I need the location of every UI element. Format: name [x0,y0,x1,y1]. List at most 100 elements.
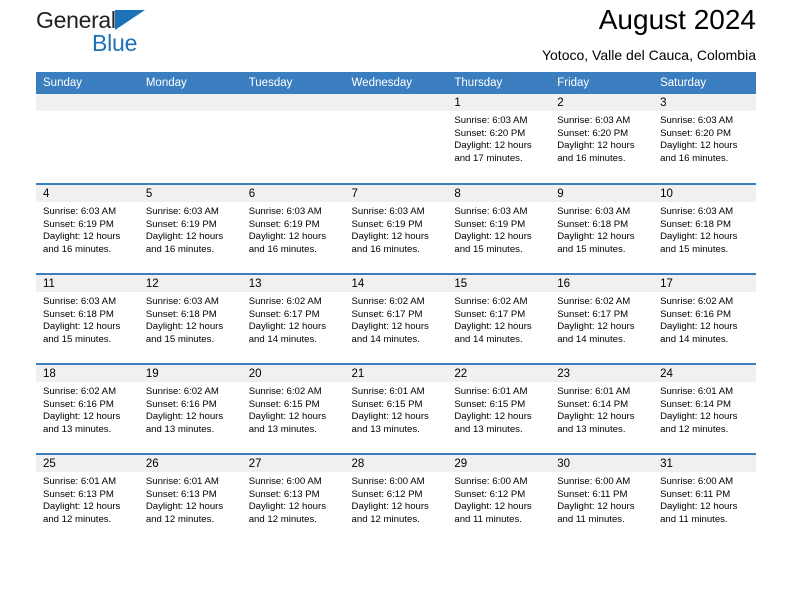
sunrise-time: Sunrise: 6:03 AM [454,115,528,126]
daylight-duration-line-2: and 16 minutes. [43,243,112,255]
day-number: 7 [344,185,448,202]
daylight-duration-line-2: and 14 minutes. [557,333,626,345]
calendar-day-cell[interactable]: 13 Sunrise: 6:02 AM Sunset: 6:17 PM Dayligh… [241,273,345,364]
day-number: 30 [550,455,654,472]
calendar-day-cell[interactable]: 31 Sunrise: 6:00 AM Sunset: 6:11 PM Dayligh… [653,453,756,544]
day-details: Sunrise: 6:03 AM Sunset: 6:20 PM Daylight:… [653,111,756,165]
daylight-duration-line-1: Daylight: 12 hours [557,501,635,513]
day-number [344,94,448,111]
day-number: 1 [447,94,551,111]
sunrise-time: Sunrise: 6:03 AM [145,296,219,307]
calendar-day-cell[interactable]: 20 Sunrise: 6:02 AM Sunset: 6:15 PM Dayligh… [241,363,345,454]
day-details: Sunrise: 6:03 AM Sunset: 6:18 PM Daylight:… [653,202,756,256]
sunset-time: Sunset: 6:19 PM [43,218,114,230]
calendar-day-cell[interactable]: 22 Sunrise: 6:01 AM Sunset: 6:15 PM Dayligh… [447,363,551,454]
calendar-day-cell[interactable]: 24 Sunrise: 6:01 AM Sunset: 6:14 PM Dayligh… [653,363,756,454]
daylight-duration-line-2: and 12 minutes. [248,513,317,525]
daylight-duration-line-1: Daylight: 12 hours [145,321,224,333]
day-number: 18 [36,365,139,382]
logo-text-blue: Blue [92,30,138,56]
day-details: Sunrise: 6:03 AM Sunset: 6:20 PM Daylight:… [550,111,653,165]
day-number: 27 [241,455,345,472]
calendar-cell-empty [241,94,345,184]
day-details: Sunrise: 6:03 AM Sunset: 6:19 PM Daylight:… [36,202,139,256]
sunset-time: Sunset: 6:11 PM [557,488,628,500]
calendar-day-cell[interactable]: 7 Sunrise: 6:03 AM Sunset: 6:19 PM Daylight… [344,183,448,274]
sunset-time: Sunset: 6:19 PM [145,218,217,230]
day-details: Sunrise: 6:01 AM Sunset: 6:15 PM Daylight:… [447,382,550,436]
daylight-duration-line-1: Daylight: 12 hours [248,411,327,423]
calendar-cell-empty [138,94,242,184]
day-details: Sunrise: 6:03 AM Sunset: 6:19 PM Daylight:… [242,202,345,256]
sunset-time: Sunset: 6:14 PM [660,398,731,410]
daylight-duration-line-1: Daylight: 12 hours [660,231,738,243]
weekday-header-friday: Friday [550,72,654,94]
day-number: 20 [241,365,345,382]
day-number: 4 [36,185,139,202]
daylight-duration-line-2: and 15 minutes. [557,243,626,255]
calendar-day-cell[interactable]: 17 Sunrise: 6:02 AM Sunset: 6:16 PM Dayligh… [653,273,756,364]
daylight-duration-line-2: and 14 minutes. [351,333,420,345]
calendar-day-cell[interactable]: 11 Sunrise: 6:03 AM Sunset: 6:18 PM Dayligh… [36,273,139,364]
sunrise-time: Sunrise: 6:02 AM [248,386,322,397]
calendar-day-cell[interactable]: 6 Sunrise: 6:03 AM Sunset: 6:19 PM Daylight… [241,183,345,274]
calendar-day-cell[interactable]: 9 Sunrise: 6:03 AM Sunset: 6:18 PM Daylight… [550,183,654,274]
logo-text-general: General [36,7,116,33]
sunset-time: Sunset: 6:17 PM [351,308,423,320]
daylight-duration-line-2: and 15 minutes. [454,243,523,255]
calendar-day-cell[interactable]: 8 Sunrise: 6:03 AM Sunset: 6:19 PM Daylight… [447,183,551,274]
sunset-time: Sunset: 6:16 PM [43,398,114,410]
calendar-day-cell[interactable]: 10 Sunrise: 6:03 AM Sunset: 6:18 PM Dayligh… [653,183,756,274]
daylight-duration-line-2: and 15 minutes. [660,243,729,255]
calendar-day-cell[interactable]: 2 Sunrise: 6:03 AM Sunset: 6:20 PM Daylight… [550,94,654,184]
calendar-day-cell[interactable]: 29 Sunrise: 6:00 AM Sunset: 6:12 PM Dayligh… [447,453,551,544]
calendar-day-cell[interactable]: 18 Sunrise: 6:02 AM Sunset: 6:16 PM Dayligh… [36,363,139,454]
sunrise-sunset-calendar: Sunday Monday Tuesday Wednesday Thursday… [36,72,756,544]
calendar-day-cell[interactable]: 14 Sunrise: 6:02 AM Sunset: 6:17 PM Dayligh… [344,273,448,364]
daylight-duration-line-1: Daylight: 12 hours [454,411,532,423]
sunrise-time: Sunrise: 6:03 AM [43,206,117,217]
day-details: Sunrise: 6:03 AM Sunset: 6:18 PM Daylight:… [550,202,653,256]
sunrise-time: Sunrise: 6:01 AM [557,386,631,397]
calendar-day-cell[interactable]: 27 Sunrise: 6:00 AM Sunset: 6:13 PM Dayligh… [241,453,345,544]
daylight-duration-line-1: Daylight: 12 hours [43,411,121,423]
sunset-time: Sunset: 6:20 PM [660,127,731,139]
calendar-day-cell[interactable]: 25 Sunrise: 6:01 AM Sunset: 6:13 PM Dayligh… [36,453,139,544]
general-blue-logo[interactable]: General Blue [36,7,145,56]
sunset-time: Sunset: 6:17 PM [557,308,629,320]
calendar-day-cell[interactable]: 28 Sunrise: 6:00 AM Sunset: 6:12 PM Dayligh… [344,453,448,544]
daylight-duration-line-2: and 16 minutes. [248,243,317,255]
day-details: Sunrise: 6:03 AM Sunset: 6:18 PM Daylight:… [139,292,242,346]
calendar-day-cell[interactable]: 21 Sunrise: 6:01 AM Sunset: 6:15 PM Dayligh… [344,363,448,454]
calendar-day-cell[interactable]: 1 Sunrise: 6:03 AM Sunset: 6:20 PM Daylight… [447,94,551,184]
daylight-duration-line-1: Daylight: 12 hours [660,140,738,152]
daylight-duration-line-2: and 13 minutes. [557,423,626,435]
calendar-day-cell[interactable]: 4 Sunrise: 6:03 AM Sunset: 6:19 PM Daylight… [36,183,139,274]
sunset-time: Sunset: 6:19 PM [248,218,320,230]
calendar-day-cell[interactable]: 12 Sunrise: 6:03 AM Sunset: 6:18 PM Dayligh… [138,273,242,364]
calendar-day-cell[interactable]: 3 Sunrise: 6:03 AM Sunset: 6:20 PM Daylight… [653,94,756,184]
daylight-duration-line-2: and 17 minutes. [454,152,523,164]
day-number: 17 [653,275,756,292]
daylight-duration-line-2: and 12 minutes. [145,513,215,525]
daylight-duration-line-1: Daylight: 12 hours [557,411,635,423]
daylight-duration-line-2: and 11 minutes. [454,513,522,525]
sunset-time: Sunset: 6:19 PM [351,218,423,230]
calendar-day-cell[interactable]: 15 Sunrise: 6:02 AM Sunset: 6:17 PM Dayligh… [447,273,551,364]
day-number: 8 [447,185,551,202]
day-details: Sunrise: 6:00 AM Sunset: 6:11 PM Daylight:… [653,472,756,526]
title-block: August 2024 Yotoco, Valle del Cauca, Col… [542,2,756,66]
daylight-duration-line-1: Daylight: 12 hours [557,321,635,333]
calendar-day-cell[interactable]: 19 Sunrise: 6:02 AM Sunset: 6:16 PM Dayligh… [138,363,242,454]
calendar-day-cell[interactable]: 16 Sunrise: 6:02 AM Sunset: 6:17 PM Dayligh… [550,273,654,364]
day-details: Sunrise: 6:03 AM Sunset: 6:19 PM Daylight:… [345,202,448,256]
calendar-day-cell[interactable]: 26 Sunrise: 6:01 AM Sunset: 6:13 PM Dayligh… [138,453,242,544]
daylight-duration-line-2: and 16 minutes. [660,152,729,164]
calendar-day-cell[interactable]: 5 Sunrise: 6:03 AM Sunset: 6:19 PM Daylight… [138,183,242,274]
calendar-day-cell[interactable]: 30 Sunrise: 6:00 AM Sunset: 6:11 PM Dayligh… [550,453,654,544]
daylight-duration-line-1: Daylight: 12 hours [351,411,429,423]
daylight-duration-line-2: and 13 minutes. [43,423,112,435]
sunrise-time: Sunrise: 6:02 AM [145,386,219,397]
calendar-day-cell[interactable]: 23 Sunrise: 6:01 AM Sunset: 6:14 PM Dayligh… [550,363,654,454]
day-details: Sunrise: 6:01 AM Sunset: 6:14 PM Daylight:… [550,382,653,436]
